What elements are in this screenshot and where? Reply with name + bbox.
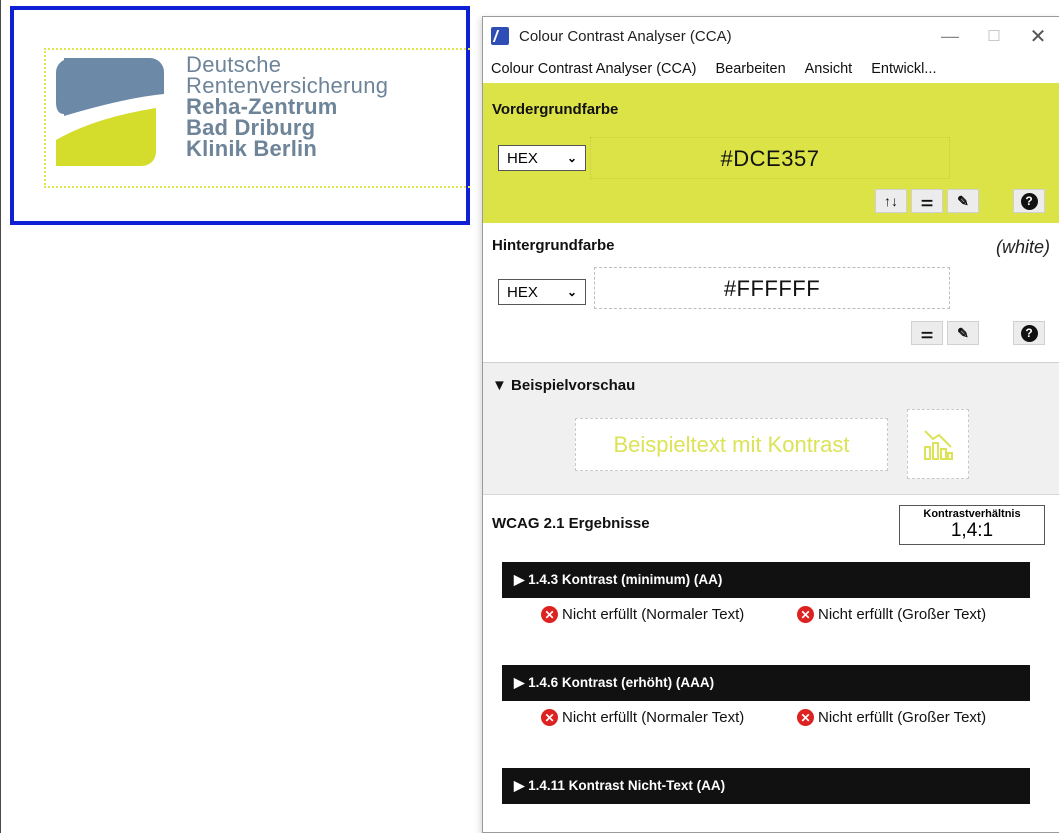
swap-colors-button[interactable]: ↑↓ <box>875 189 907 213</box>
sliders-icon: ⚌ <box>920 192 934 209</box>
desktop-page: Deutsche Rentenversicherung Reha-Zentrum… <box>0 0 1059 833</box>
result-large-text: ✕ Nicht erfüllt (Großer Text) <box>797 709 986 727</box>
contrast-ratio-box: Kontrastverhältnis 1,4:1 <box>899 505 1045 545</box>
background-format-select[interactable]: HEX ⌄ <box>498 279 586 305</box>
swap-arrows-icon: ↑↓ <box>884 193 898 209</box>
criterion-1-4-6-header[interactable]: ▶ 1.4.6 Kontrast (erhöht) (AAA) <box>502 665 1030 701</box>
foreground-sliders-button[interactable]: ⚌ <box>911 189 943 213</box>
foreground-hex-input[interactable]: #DCE357 <box>590 137 950 179</box>
result-normal-label: Nicht erfüllt (Normaler Text) <box>562 709 745 726</box>
selected-logo-region[interactable]: Deutsche Rentenversicherung Reha-Zentrum… <box>10 6 470 225</box>
fail-x-icon: ✕ <box>541 606 558 623</box>
chevron-down-icon: ⌄ <box>566 151 577 165</box>
foreground-help-button[interactable]: ? <box>1013 189 1045 213</box>
menu-cca[interactable]: Colour Contrast Analyser (CCA) <box>491 61 697 77</box>
window-title: Colour Contrast Analyser (CCA) <box>519 27 732 45</box>
fail-x-icon: ✕ <box>797 606 814 623</box>
fail-x-icon: ✕ <box>541 709 558 726</box>
results-section: WCAG 2.1 Ergebnisse Kontrastverhältnis 1… <box>483 495 1059 815</box>
results-title: WCAG 2.1 Ergebnisse <box>492 515 650 532</box>
result-normal-text: ✕ Nicht erfüllt (Normaler Text) <box>541 606 771 624</box>
result-large-text: ✕ Nicht erfüllt (Großer Text) <box>797 606 986 624</box>
result-normal-label: Nicht erfüllt (Normaler Text) <box>562 606 745 623</box>
foreground-title: Vordergrundfarbe <box>492 101 619 118</box>
contrast-ratio-label: Kontrastverhältnis <box>923 508 1021 520</box>
result-large-label: Nicht erfüllt (Großer Text) <box>818 606 987 623</box>
help-icon: ? <box>1020 324 1038 342</box>
logo-line-rentenversicherung: Rentenversicherung <box>186 73 389 98</box>
preview-sample-text: Beispieltext mit Kontrast <box>575 418 888 471</box>
menu-ansicht[interactable]: Ansicht <box>805 61 853 77</box>
background-help-button[interactable]: ? <box>1013 321 1045 345</box>
menu-bearbeiten[interactable]: Bearbeiten <box>716 61 786 77</box>
fail-x-icon: ✕ <box>797 709 814 726</box>
result-normal-text: ✕ Nicht erfüllt (Normaler Text) <box>541 709 771 727</box>
background-section: Hintergrundfarbe (white) HEX ⌄ #FFFFFF ⚌… <box>483 223 1059 363</box>
logo-text: Deutsche Rentenversicherung Reha-Zentrum… <box>186 52 389 161</box>
cca-window: Colour Contrast Analyser (CCA) — ☐ ✕ Col… <box>482 16 1059 833</box>
foreground-format-value: HEX <box>507 149 538 167</box>
close-button[interactable]: ✕ <box>1016 24 1059 49</box>
logo-line-reha-zentrum: Reha-Zentrum <box>186 94 338 119</box>
background-format-value: HEX <box>507 283 538 301</box>
sliders-icon: ⚌ <box>920 324 934 341</box>
cca-app-icon <box>491 27 509 45</box>
drv-logo-mark <box>56 58 164 166</box>
foreground-format-select[interactable]: HEX ⌄ <box>498 145 586 171</box>
background-title: Hintergrundfarbe <box>492 237 615 254</box>
eyedropper-icon: ✎ <box>957 192 969 209</box>
foreground-section: Vordergrundfarbe HEX ⌄ #DCE357 ↑↓ ⚌ ✎ ? <box>483 83 1059 223</box>
chart-icon <box>924 430 953 460</box>
logo-line-deutsche: Deutsche <box>186 52 282 77</box>
criterion-1-4-11-header[interactable]: ▶ 1.4.11 Kontrast Nicht-Text (AA) <box>502 768 1030 804</box>
minimize-button[interactable]: — <box>928 26 972 47</box>
background-color-name: (white) <box>995 237 1050 257</box>
logo-line-bad-driburg: Bad Driburg <box>186 115 316 140</box>
foreground-eyedropper-button[interactable]: ✎ <box>947 189 979 213</box>
background-hex-input[interactable]: #FFFFFF <box>594 267 950 309</box>
result-large-label: Nicht erfüllt (Großer Text) <box>818 709 987 726</box>
chevron-down-icon: ⌄ <box>566 285 577 299</box>
criterion-1-4-3-header[interactable]: ▶ 1.4.3 Kontrast (minimum) (AA) <box>502 562 1030 598</box>
preview-chart-icon-box <box>907 409 969 479</box>
logo-line-klinik-berlin: Klinik Berlin <box>186 136 317 161</box>
background-eyedropper-button[interactable]: ✎ <box>947 321 979 345</box>
contrast-ratio-value: 1,4:1 <box>950 520 994 541</box>
menu-entwickler[interactable]: Entwickl... <box>871 61 936 77</box>
maximize-button[interactable]: ☐ <box>972 27 1016 45</box>
title-bar[interactable]: Colour Contrast Analyser (CCA) — ☐ ✕ <box>483 17 1059 55</box>
eyedropper-icon: ✎ <box>957 324 969 341</box>
help-icon: ? <box>1020 192 1038 210</box>
background-sliders-button[interactable]: ⚌ <box>911 321 943 345</box>
preview-section: ▼ Beispielvorschau Beispieltext mit Kont… <box>483 363 1059 495</box>
menu-bar: Colour Contrast Analyser (CCA) Bearbeite… <box>483 55 1059 83</box>
preview-toggle[interactable]: ▼ Beispielvorschau <box>492 377 635 394</box>
